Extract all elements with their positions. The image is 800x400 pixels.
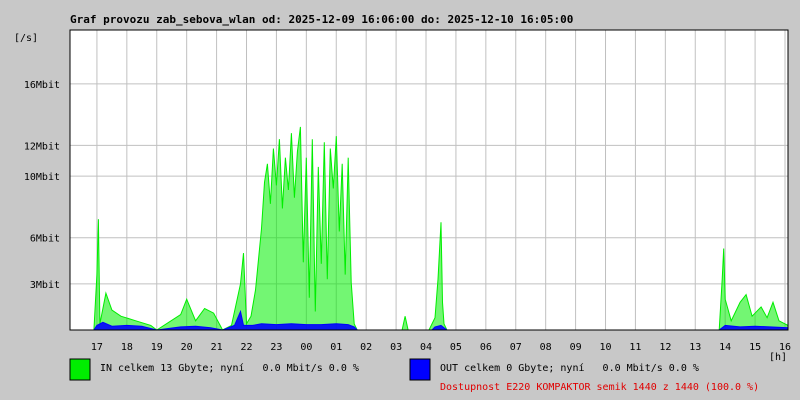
x-tick-label: 20 <box>181 342 193 353</box>
x-tick-label: 19 <box>151 342 163 353</box>
legend-out-swatch <box>409 358 431 381</box>
x-axis-unit-label: [h] <box>769 352 787 363</box>
x-tick-label: 00 <box>300 342 312 353</box>
y-tick-label: 16Mbit <box>24 80 60 91</box>
x-tick-label: 02 <box>360 342 372 353</box>
legend-in-swatch <box>69 358 91 381</box>
y-tick-label: 12Mbit <box>24 141 60 152</box>
x-tick-label: 11 <box>629 342 641 353</box>
y-tick-label: 6Mbit <box>30 234 60 245</box>
y-tick-label: 3Mbit <box>30 280 60 291</box>
x-tick-label: 21 <box>211 342 223 353</box>
x-tick-label: 16 <box>779 342 791 353</box>
x-tick-label: 01 <box>330 342 342 353</box>
plot-area <box>70 30 788 330</box>
legend-out-text: OUT celkem 0 Gbyte; nyní 0.0 Mbit/s 0.0 … <box>440 362 699 374</box>
x-tick-labels: 17 18 19 20 21 22 23 00 01 02 03 04 05 06 07 08 09 10 11 12… <box>91 342 791 353</box>
availability-text: Dostupnost E220 KOMPAKTOR semik 1440 z 1… <box>440 382 759 393</box>
x-tick-label: 09 <box>570 342 582 353</box>
x-tick-label: 13 <box>689 342 701 353</box>
x-tick-label: 07 <box>510 342 522 353</box>
x-tick-label: 15 <box>749 342 761 353</box>
x-tick-label: 06 <box>480 342 492 353</box>
x-tick-label: 08 <box>540 342 552 353</box>
y-axis-unit-label: [/s] <box>14 33 38 44</box>
x-tick-label: 03 <box>390 342 402 353</box>
x-tick-label: 18 <box>121 342 133 353</box>
legend-in-text: IN celkem 13 Gbyte; nyní 0.0 Mbit/s 0.0 … <box>100 362 359 374</box>
x-tick-label: 12 <box>659 342 671 353</box>
chart-title: Graf provozu zab_sebova_wlan od: 2025-12… <box>70 13 573 26</box>
x-tick-label: 23 <box>270 342 282 353</box>
y-tick-labels: 3Mbit 6Mbit 10Mbit 12Mbit 16Mbit <box>24 80 60 291</box>
x-tick-label: 10 <box>599 342 611 353</box>
x-tick-label: 14 <box>719 342 731 353</box>
x-tick-label: 05 <box>450 342 462 353</box>
y-tick-label: 10Mbit <box>24 172 60 183</box>
x-tick-label: 17 <box>91 342 103 353</box>
x-tick-label: 22 <box>240 342 252 353</box>
x-tick-label: 04 <box>420 342 432 353</box>
traffic-chart: Graf provozu zab_sebova_wlan od: 2025-12… <box>14 13 791 393</box>
